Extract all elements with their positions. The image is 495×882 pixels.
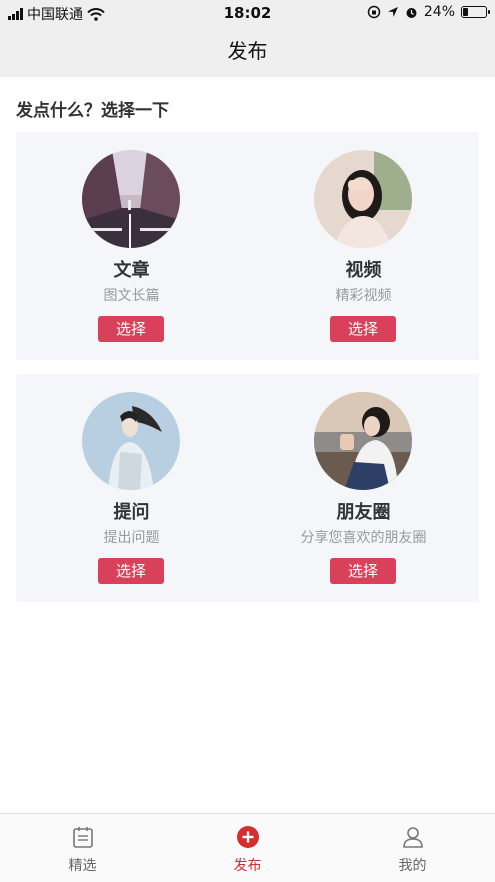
option-question[interactable]: 提问 提出问题 选择 (16, 374, 247, 602)
battery-icon (461, 6, 490, 18)
article-cover-image (82, 150, 180, 248)
select-video-button[interactable]: 选择 (330, 316, 396, 342)
select-article-button[interactable]: 选择 (98, 316, 164, 342)
option-title: 朋友圈 (336, 502, 391, 523)
prompt-text: 发点什么？选择一下 (16, 101, 169, 121)
orientation-lock-icon (367, 5, 381, 19)
location-icon (387, 7, 398, 17)
tab-label: 我的 (398, 858, 427, 874)
user-icon (403, 827, 423, 848)
battery-percent: 24% (423, 4, 455, 20)
option-title: 提问 (113, 502, 150, 523)
status-bar: 中国联通 18:02 24% (0, 0, 495, 26)
tab-featured[interactable]: 精选 (0, 814, 165, 882)
tab-publish[interactable]: 发布 (165, 814, 330, 882)
tab-label: 发布 (233, 858, 262, 874)
question-cover-image (82, 392, 180, 490)
option-subtitle: 提出问题 (103, 530, 160, 546)
status-right: 24% (367, 4, 490, 20)
option-title: 文章 (113, 260, 150, 281)
tab-bar: 精选 发布 我的 (0, 813, 495, 882)
alarm-icon (406, 7, 417, 18)
select-moments-button[interactable]: 选择 (330, 558, 396, 584)
calendar-icon (73, 827, 93, 848)
option-subtitle: 精彩视频 (335, 288, 392, 304)
tab-mine[interactable]: 我的 (330, 814, 495, 882)
option-subtitle: 图文长篇 (103, 288, 160, 304)
moments-cover-image (314, 392, 412, 490)
option-subtitle: 分享您喜欢的朋友圈 (300, 530, 427, 546)
option-title: 视频 (345, 260, 382, 281)
select-question-button[interactable]: 选择 (98, 558, 164, 584)
option-moments[interactable]: 朋友圈 分享您喜欢的朋友圈 选择 (248, 374, 479, 602)
page-title: 发布 (0, 26, 495, 77)
video-cover-image (314, 150, 412, 248)
tab-label: 精选 (68, 858, 97, 874)
options-panel-2: 提问 提出问题 选择 朋友圈 分享您喜欢的朋友圈 选择 (16, 374, 479, 602)
plus-circle-icon (237, 826, 259, 848)
options-panel-1: 文章 图文长篇 选择 视频 精彩视频 选择 (16, 132, 479, 360)
option-video[interactable]: 视频 精彩视频 选择 (248, 132, 479, 360)
option-article[interactable]: 文章 图文长篇 选择 (16, 132, 247, 360)
